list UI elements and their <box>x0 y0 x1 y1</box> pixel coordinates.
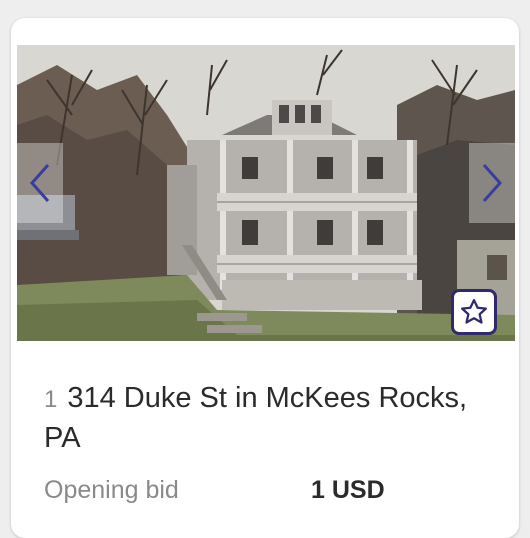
listing-title[interactable]: 1 314 Duke St in McKees Rocks, PA <box>44 379 484 457</box>
opening-bid-label: Opening bid <box>44 476 179 504</box>
star-outline-icon <box>461 299 487 324</box>
next-photo-button[interactable] <box>469 143 515 223</box>
previous-photo-button[interactable] <box>17 143 63 223</box>
chevron-left-icon <box>29 164 50 202</box>
favorite-button[interactable] <box>451 289 497 335</box>
opening-bid-row: Opening bid 1 USD <box>44 473 484 507</box>
listing-card[interactable]: 1 314 Duke St in McKees Rocks, PA Opening… <box>11 18 519 538</box>
listing-photo[interactable] <box>17 45 515 341</box>
listing-index: 1 <box>44 386 58 413</box>
chevron-right-icon <box>482 164 503 202</box>
house-photo-image <box>17 45 515 341</box>
listing-address: 314 Duke St in McKees Rocks, PA <box>44 382 468 454</box>
opening-bid-value: 1 USD <box>311 476 385 504</box>
